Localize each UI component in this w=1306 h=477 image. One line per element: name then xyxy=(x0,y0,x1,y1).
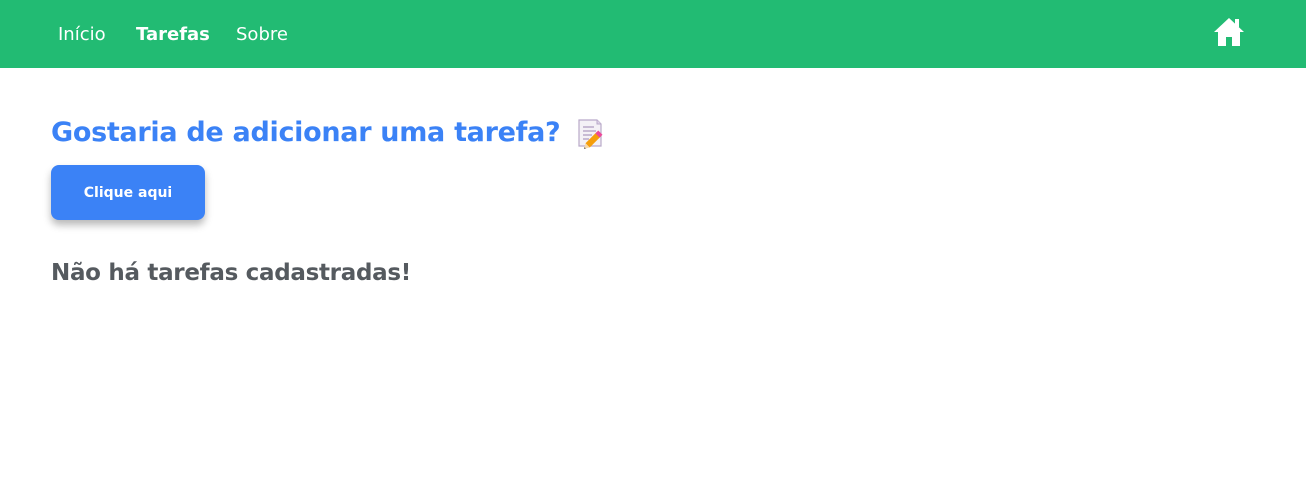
empty-state-message: Não há tarefas cadastradas! xyxy=(51,260,411,286)
memo-icon xyxy=(578,119,603,149)
nav-link-tarefas[interactable]: Tarefas xyxy=(136,22,210,48)
top-navbar: Início Tarefas Sobre xyxy=(0,0,1306,68)
heading-row: Gostaria de adicionar uma tarefa? xyxy=(51,115,605,155)
add-task-button[interactable]: Clique aqui xyxy=(51,165,205,220)
nav-link-sobre[interactable]: Sobre xyxy=(236,22,288,48)
page-title: Gostaria de adicionar uma tarefa? xyxy=(51,117,561,148)
home-icon[interactable] xyxy=(1213,16,1245,48)
nav-link-inicio[interactable]: Início xyxy=(58,22,106,48)
